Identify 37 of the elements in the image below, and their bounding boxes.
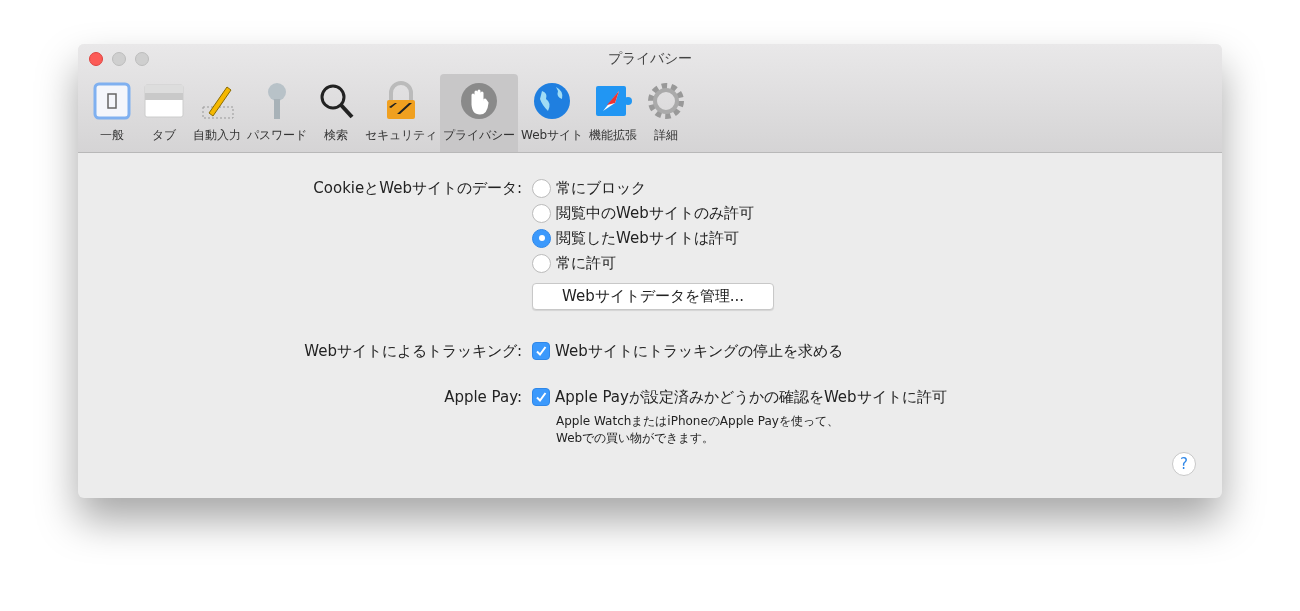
switch-icon <box>92 81 132 121</box>
toolbar-tab[interactable]: タブ <box>138 74 190 152</box>
manage-data-button[interactable]: Webサイトデータを管理... <box>532 283 774 310</box>
toolbar-tab[interactable]: 詳細 <box>640 74 693 152</box>
field-label: CookieとWebサイトのデータ: <box>312 178 522 199</box>
checkbox[interactable] <box>532 342 550 360</box>
toolbar-tab[interactable]: プライバシー <box>440 74 518 152</box>
hand-icon <box>459 81 499 121</box>
help-button[interactable]: ? <box>1172 452 1196 476</box>
toolbar-tab[interactable]: 一般 <box>86 74 138 152</box>
option-label: 閲覧したWebサイトは許可 <box>556 228 739 249</box>
radio-button[interactable] <box>532 253 551 273</box>
close-button[interactable] <box>89 52 103 66</box>
minimize-button[interactable] <box>112 52 126 66</box>
toolbar-tab[interactable]: 検索 <box>310 74 362 152</box>
gear-icon <box>646 81 687 121</box>
toolbar-tab[interactable]: Webサイト <box>518 74 587 152</box>
option-label: Apple Payが設定済みかどうかの確認をWebサイトに許可 <box>555 387 947 408</box>
option-label: 閲覧中のWebサイトのみ許可 <box>556 203 754 224</box>
option-label: Webサイトにトラッキングの停止を求める <box>555 341 843 362</box>
toolbar-tab[interactable]: パスワード <box>244 74 310 152</box>
option-label: 常に許可 <box>556 253 616 274</box>
toolbar-tab[interactable]: 自動入力 <box>190 74 244 152</box>
radio-button[interactable] <box>532 178 551 198</box>
globe-icon <box>532 81 573 121</box>
radio-button[interactable] <box>532 228 551 248</box>
tab-bar-icon <box>144 81 184 121</box>
field-label: Webサイトによるトラッキング: <box>303 341 522 362</box>
toolbar-tab[interactable]: 機能拡張 <box>586 74 641 152</box>
field-label: Apple Pay: <box>443 387 522 408</box>
zoom-button[interactable] <box>135 52 149 66</box>
window-title: プライバシー <box>608 50 692 68</box>
option-label: 常にブロック <box>556 178 646 199</box>
description-text: Apple WatchまたはiPhoneのApple Payを使って、 Webでの買い物ができます。 <box>555 413 839 447</box>
radio-button[interactable] <box>532 203 551 223</box>
toolbar-tab[interactable]: セキュリティ <box>362 74 440 152</box>
checkbox[interactable] <box>532 388 550 406</box>
